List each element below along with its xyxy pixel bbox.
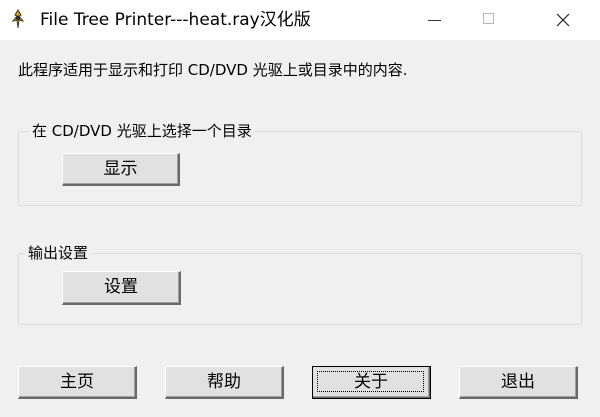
title-bar[interactable]: File Tree Printer---heat.ray汉化版 <box>0 0 600 40</box>
home-button[interactable]: 主页 <box>18 366 137 399</box>
show-button[interactable]: 显示 <box>62 153 180 186</box>
minimize-button[interactable] <box>412 0 458 40</box>
app-window: File Tree Printer---heat.ray汉化版 此程序适用于显示… <box>0 0 600 417</box>
setup-button[interactable]: 设置 <box>62 271 181 305</box>
description-text: 此程序适用于显示和打印 CD/DVD 光驱上或目录中的内容. <box>18 61 408 79</box>
about-button-label: 关于 <box>354 372 388 392</box>
help-button[interactable]: 帮助 <box>165 366 284 399</box>
output-group-legend: 输出设置 <box>25 242 92 264</box>
about-button[interactable]: 关于 <box>312 366 431 399</box>
cd-group-legend: 在 CD/DVD 光驱上选择一个目录 <box>29 120 255 142</box>
window-title: File Tree Printer---heat.ray汉化版 <box>40 10 311 30</box>
close-icon <box>556 13 570 27</box>
app-icon[interactable] <box>8 9 28 29</box>
exit-button[interactable]: 退出 <box>459 366 578 399</box>
close-button[interactable] <box>540 0 586 40</box>
maximize-button[interactable] <box>466 0 512 40</box>
